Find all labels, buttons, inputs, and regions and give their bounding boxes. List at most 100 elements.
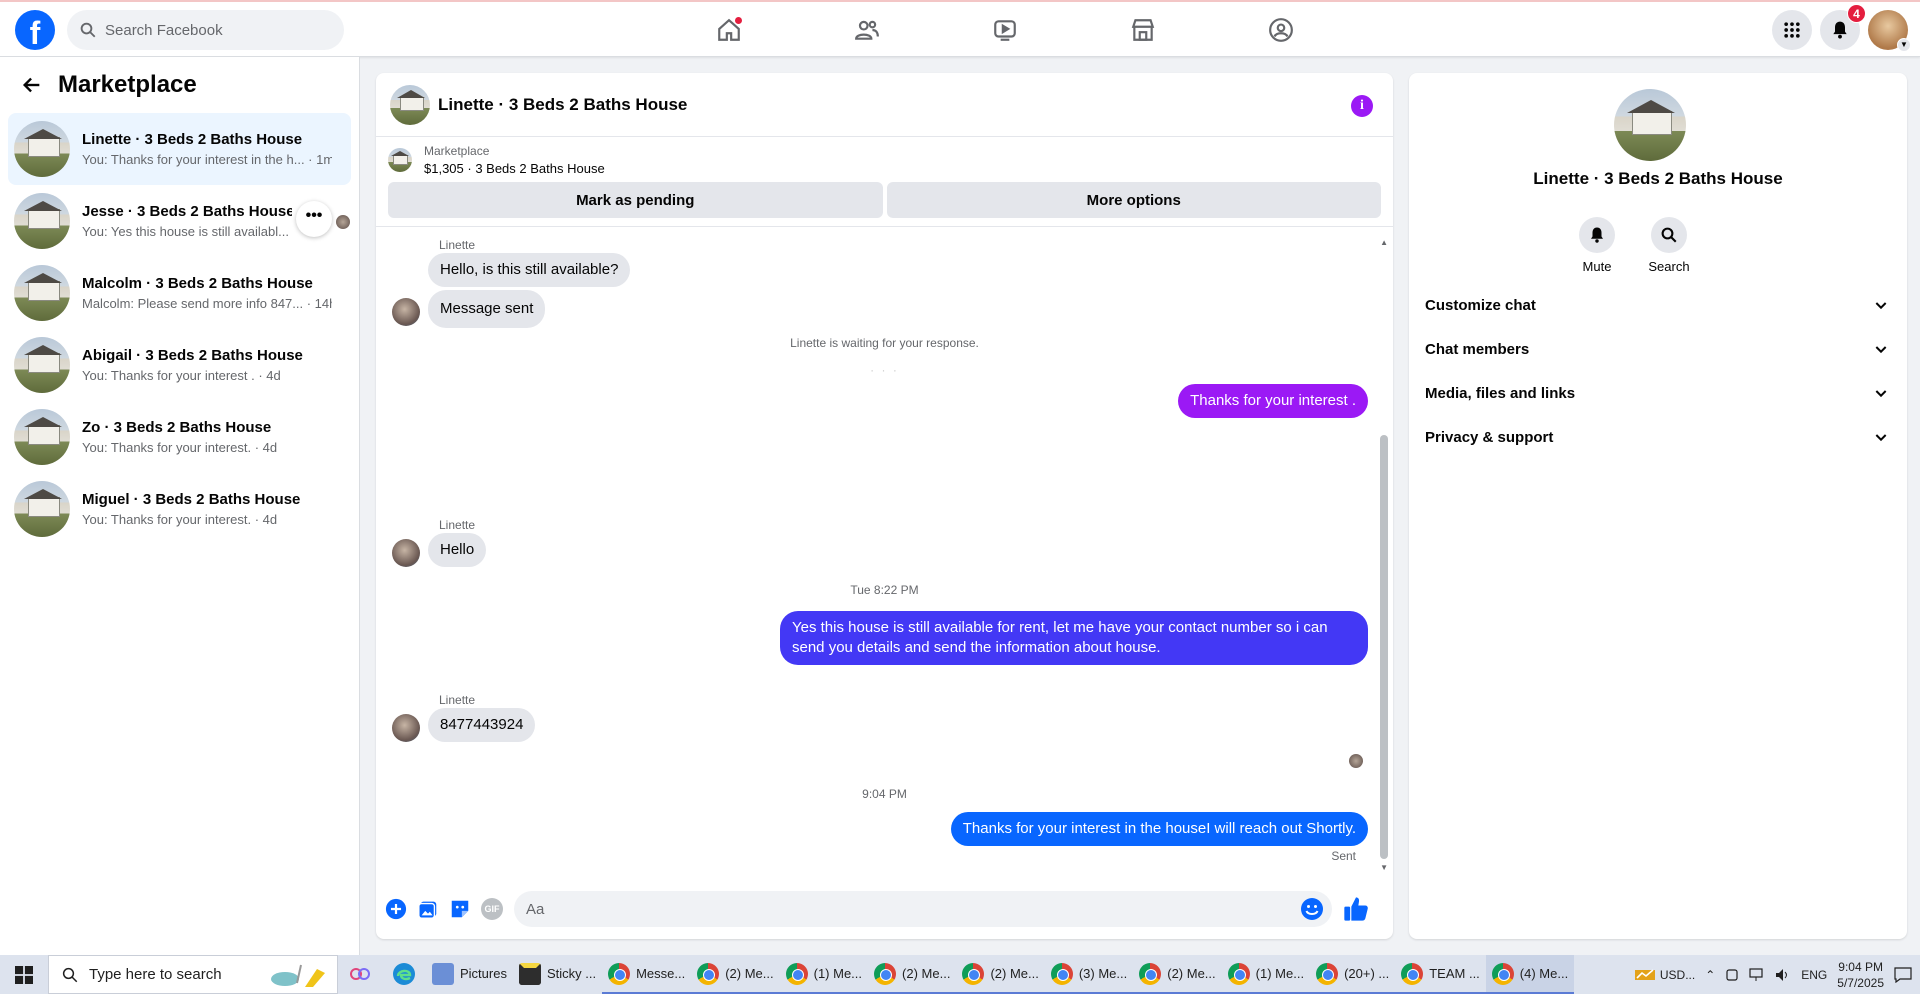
message-composer: GIF	[376, 887, 1393, 931]
attach-photo-button[interactable]	[416, 897, 440, 921]
search-action[interactable]: Search	[1648, 217, 1690, 274]
scroll-down-arrow[interactable]: ▼	[1380, 863, 1388, 872]
outgoing-message[interactable]: Thanks for your interest in the houseI w…	[950, 812, 1368, 846]
conversation-item-miguel[interactable]: Miguel · 3 Beds 2 Baths House You: Thank…	[8, 473, 351, 545]
plus-circle-icon	[385, 898, 407, 920]
language-indicator[interactable]: ENG	[1801, 968, 1827, 982]
mute-action[interactable]: Mute	[1579, 217, 1615, 274]
message-input-box[interactable]	[514, 891, 1332, 927]
taskbar-item-chrome[interactable]: (20+) ...	[1310, 955, 1396, 994]
taskbar-item-chrome[interactable]: (3) Me...	[1044, 955, 1134, 994]
friends-tab[interactable]	[798, 6, 936, 54]
contact-avatar[interactable]	[392, 714, 420, 742]
taskbar-item-chrome[interactable]: Messe...	[602, 955, 692, 994]
windows-logo-icon	[15, 965, 33, 984]
home-tab[interactable]	[660, 6, 798, 54]
privacy-support-row[interactable]: Privacy & support	[1417, 415, 1899, 459]
taskbar-app-snipping[interactable]	[338, 955, 382, 994]
taskbar-item-label: Sticky ...	[546, 966, 597, 981]
video-tab[interactable]	[936, 6, 1074, 54]
volume-icon[interactable]	[1775, 968, 1791, 982]
conversation-item-jesse[interactable]: Jesse · 3 Beds 2 Baths House You: Yes th…	[8, 185, 351, 257]
gif-button[interactable]: GIF	[480, 897, 504, 921]
menu-button[interactable]	[1772, 10, 1812, 50]
taskbar-item-label: (4) Me...	[1519, 966, 1569, 981]
add-attachment-button[interactable]	[384, 897, 408, 921]
taskbar-search-input[interactable]	[89, 966, 249, 983]
taskbar-item-pictures[interactable]: Pictures	[426, 955, 513, 994]
profile-avatar[interactable]: ▼	[1868, 10, 1911, 52]
mark-as-pending-button[interactable]: Mark as pending	[388, 182, 883, 218]
taskbar-app-edge[interactable]	[382, 955, 426, 994]
conversation-name: Abigail · 3 Beds 2 Baths House	[82, 347, 303, 364]
network-icon[interactable]	[1749, 967, 1765, 982]
search-input[interactable]	[105, 21, 325, 39]
outgoing-message[interactable]: Yes this house is still available for re…	[780, 611, 1368, 665]
message-input[interactable]	[526, 900, 1286, 918]
listing-summary[interactable]: Marketplace $1,305 · 3 Beds 2 Baths Hous…	[376, 137, 1393, 182]
groups-tab[interactable]	[1212, 6, 1350, 54]
conversation-item-abigail[interactable]: Abigail · 3 Beds 2 Baths House You: Than…	[8, 329, 351, 401]
notification-center-icon[interactable]	[1894, 966, 1912, 983]
sent-status: Sent	[1331, 849, 1356, 863]
contact-avatar[interactable]	[392, 539, 420, 567]
incoming-message[interactable]: Message sent	[428, 290, 546, 328]
taskbar-item-chrome[interactable]: (1) Me...	[1221, 955, 1311, 994]
currency-chart-icon	[1634, 968, 1655, 980]
conversation-more-button[interactable]: •••	[296, 201, 332, 237]
folder-icon	[432, 962, 454, 985]
scroll-up-arrow[interactable]: ▲	[1380, 238, 1388, 247]
search-label: Search	[1648, 259, 1690, 274]
message-line: send you details and send the informatio…	[792, 639, 1161, 656]
chat-members-row[interactable]: Chat members	[1417, 327, 1899, 371]
taskbar-item-chrome[interactable]: (2) Me...	[691, 955, 780, 994]
taskbar-item-chrome[interactable]: (2) Me...	[956, 955, 1045, 994]
friends-icon	[855, 20, 879, 40]
taskbar-item-chrome[interactable]: (2) Me...	[1133, 955, 1222, 994]
taskbar-item-sticky-notes[interactable]: Sticky ...	[513, 955, 602, 994]
chevron-up-icon[interactable]: ⌃	[1705, 968, 1715, 982]
listing-thumbnail	[14, 265, 70, 321]
contact-avatar[interactable]	[392, 298, 420, 326]
emoji-icon[interactable]	[1300, 897, 1324, 921]
conversation-item-linette[interactable]: Linette · 3 Beds 2 Baths House You: Than…	[8, 113, 351, 185]
search-highlight-illustration-icon	[271, 964, 325, 987]
facebook-logo[interactable]: f	[15, 10, 55, 50]
incoming-message[interactable]: Hello	[428, 533, 487, 567]
back-button[interactable]	[18, 71, 46, 99]
marketplace-tab[interactable]	[1074, 6, 1212, 54]
meet-now-icon[interactable]	[1725, 968, 1739, 982]
taskbar-item-chrome-active[interactable]: (4) Me...	[1485, 955, 1575, 994]
currency-widget[interactable]: USD...	[1634, 966, 1695, 984]
chat-title[interactable]: Linette · 3 Beds 2 Baths House	[438, 95, 687, 115]
customize-chat-row[interactable]: Customize chat	[1417, 283, 1899, 327]
conversation-item-malcolm[interactable]: Malcolm · 3 Beds 2 Baths House Malcolm: …	[8, 257, 351, 329]
taskbar-item-chrome[interactable]: (2) Me...	[868, 955, 957, 994]
media-files-links-row[interactable]: Media, files and links	[1417, 371, 1899, 415]
home-notification-dot	[734, 16, 743, 25]
more-options-button[interactable]: More options	[886, 182, 1381, 218]
scrollbar-thumb[interactable]	[1380, 435, 1388, 859]
notifications-button[interactable]: 4	[1820, 4, 1866, 50]
conversation-item-zo[interactable]: Zo · 3 Beds 2 Baths House You: Thanks fo…	[8, 401, 351, 473]
incoming-message[interactable]: Hello, is this still available?	[428, 253, 631, 287]
outgoing-message[interactable]: Thanks for your interest .	[1178, 384, 1368, 418]
thumbs-up-icon[interactable]	[1342, 895, 1370, 923]
taskbar-search-box[interactable]	[48, 955, 338, 994]
taskbar-item-chrome[interactable]: (1) Me...	[779, 955, 869, 994]
info-icon[interactable]: i	[1351, 95, 1373, 117]
start-button[interactable]	[0, 955, 48, 994]
listing-avatar[interactable]	[1614, 89, 1686, 161]
incoming-message[interactable]: 8477443924	[428, 708, 536, 742]
sticker-button[interactable]	[448, 897, 472, 921]
taskbar-item-chrome[interactable]: TEAM ...	[1395, 955, 1486, 994]
typing-indicator: · · ·	[870, 363, 899, 377]
windows-taskbar: Pictures Sticky ... Messe... (2) Me... (…	[0, 955, 1920, 994]
chat-avatar[interactable]	[390, 84, 430, 125]
top-navigation-bar: f 4 ▼	[0, 0, 1920, 57]
system-clock[interactable]: 9:04 PM 5/7/2025	[1837, 959, 1884, 991]
marketplace-icon	[1131, 19, 1155, 41]
taskbar-item-label: (3) Me...	[1078, 966, 1128, 981]
chrome-icon	[1401, 962, 1424, 985]
search-facebook-box[interactable]	[67, 10, 344, 50]
